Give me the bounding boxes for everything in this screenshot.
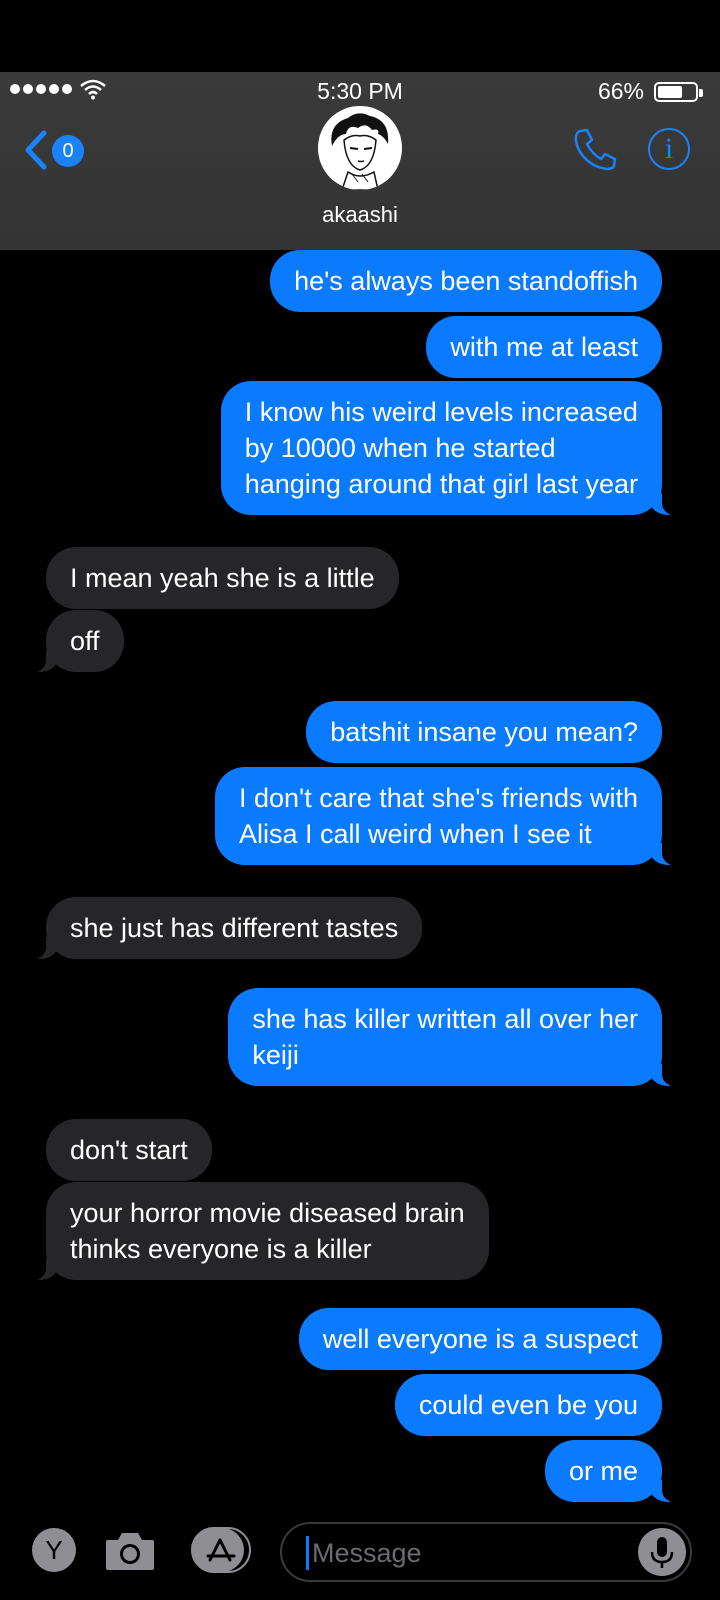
message-bubble-sent[interactable]: or me	[544, 1440, 683, 1502]
message-bubble-sent[interactable]: with me at least	[426, 316, 662, 378]
status-bar: 5:30 PM 66%	[0, 72, 720, 108]
message-bubble-sent[interactable]: she has killer written all over her keij…	[228, 988, 682, 1086]
message-bubble-sent[interactable]: batshit insane you mean?	[306, 701, 662, 763]
app-shortcut-button[interactable]: Y	[32, 1528, 76, 1572]
microphone-button[interactable]	[638, 1528, 686, 1576]
message-bubble-received[interactable]: don't start	[46, 1119, 212, 1181]
avatar-portrait-icon	[318, 106, 402, 190]
conversation-header: 5:30 PM 66% 0 akaashi i	[0, 72, 720, 250]
unread-count-badge: 0	[52, 135, 84, 167]
message-bubble-received[interactable]: I mean yeah she is a little	[46, 547, 399, 609]
message-bubble-sent[interactable]: could even be you	[394, 1374, 662, 1436]
message-bubble-received[interactable]: she just has different tastes	[25, 897, 423, 959]
back-button[interactable]: 0	[22, 128, 92, 172]
message-input[interactable]: Message	[280, 1522, 692, 1582]
phone-icon[interactable]	[572, 126, 618, 172]
message-bubble-sent[interactable]: well everyone is a suspect	[298, 1308, 662, 1370]
compose-bar: Y Message	[0, 1522, 720, 1600]
text-cursor	[306, 1536, 309, 1570]
battery-percentage: 66%	[597, 78, 644, 104]
microphone-icon	[650, 1537, 674, 1568]
message-bubble-received[interactable]: off	[26, 610, 124, 672]
message-bubble-sent[interactable]: I know his weird levels increased by 100…	[220, 381, 683, 515]
app-store-icon[interactable]	[190, 1526, 252, 1574]
message-bubble-sent[interactable]: he's always been standoffish	[270, 250, 662, 312]
info-icon[interactable]: i	[648, 128, 690, 170]
battery-icon	[654, 82, 703, 102]
chevron-left-icon	[25, 130, 47, 170]
message-bubble-sent[interactable]: I don't care that she's friends with Ali…	[214, 767, 683, 865]
contact-name[interactable]: akaashi	[0, 202, 720, 228]
contact-avatar[interactable]	[318, 106, 402, 190]
message-input-placeholder: Message	[312, 1538, 422, 1568]
message-bubble-received[interactable]: your horror movie diseased brain thinks …	[26, 1182, 489, 1280]
message-thread[interactable]: he's always been standoffish with me at …	[0, 250, 720, 1522]
camera-icon[interactable]	[104, 1528, 156, 1572]
